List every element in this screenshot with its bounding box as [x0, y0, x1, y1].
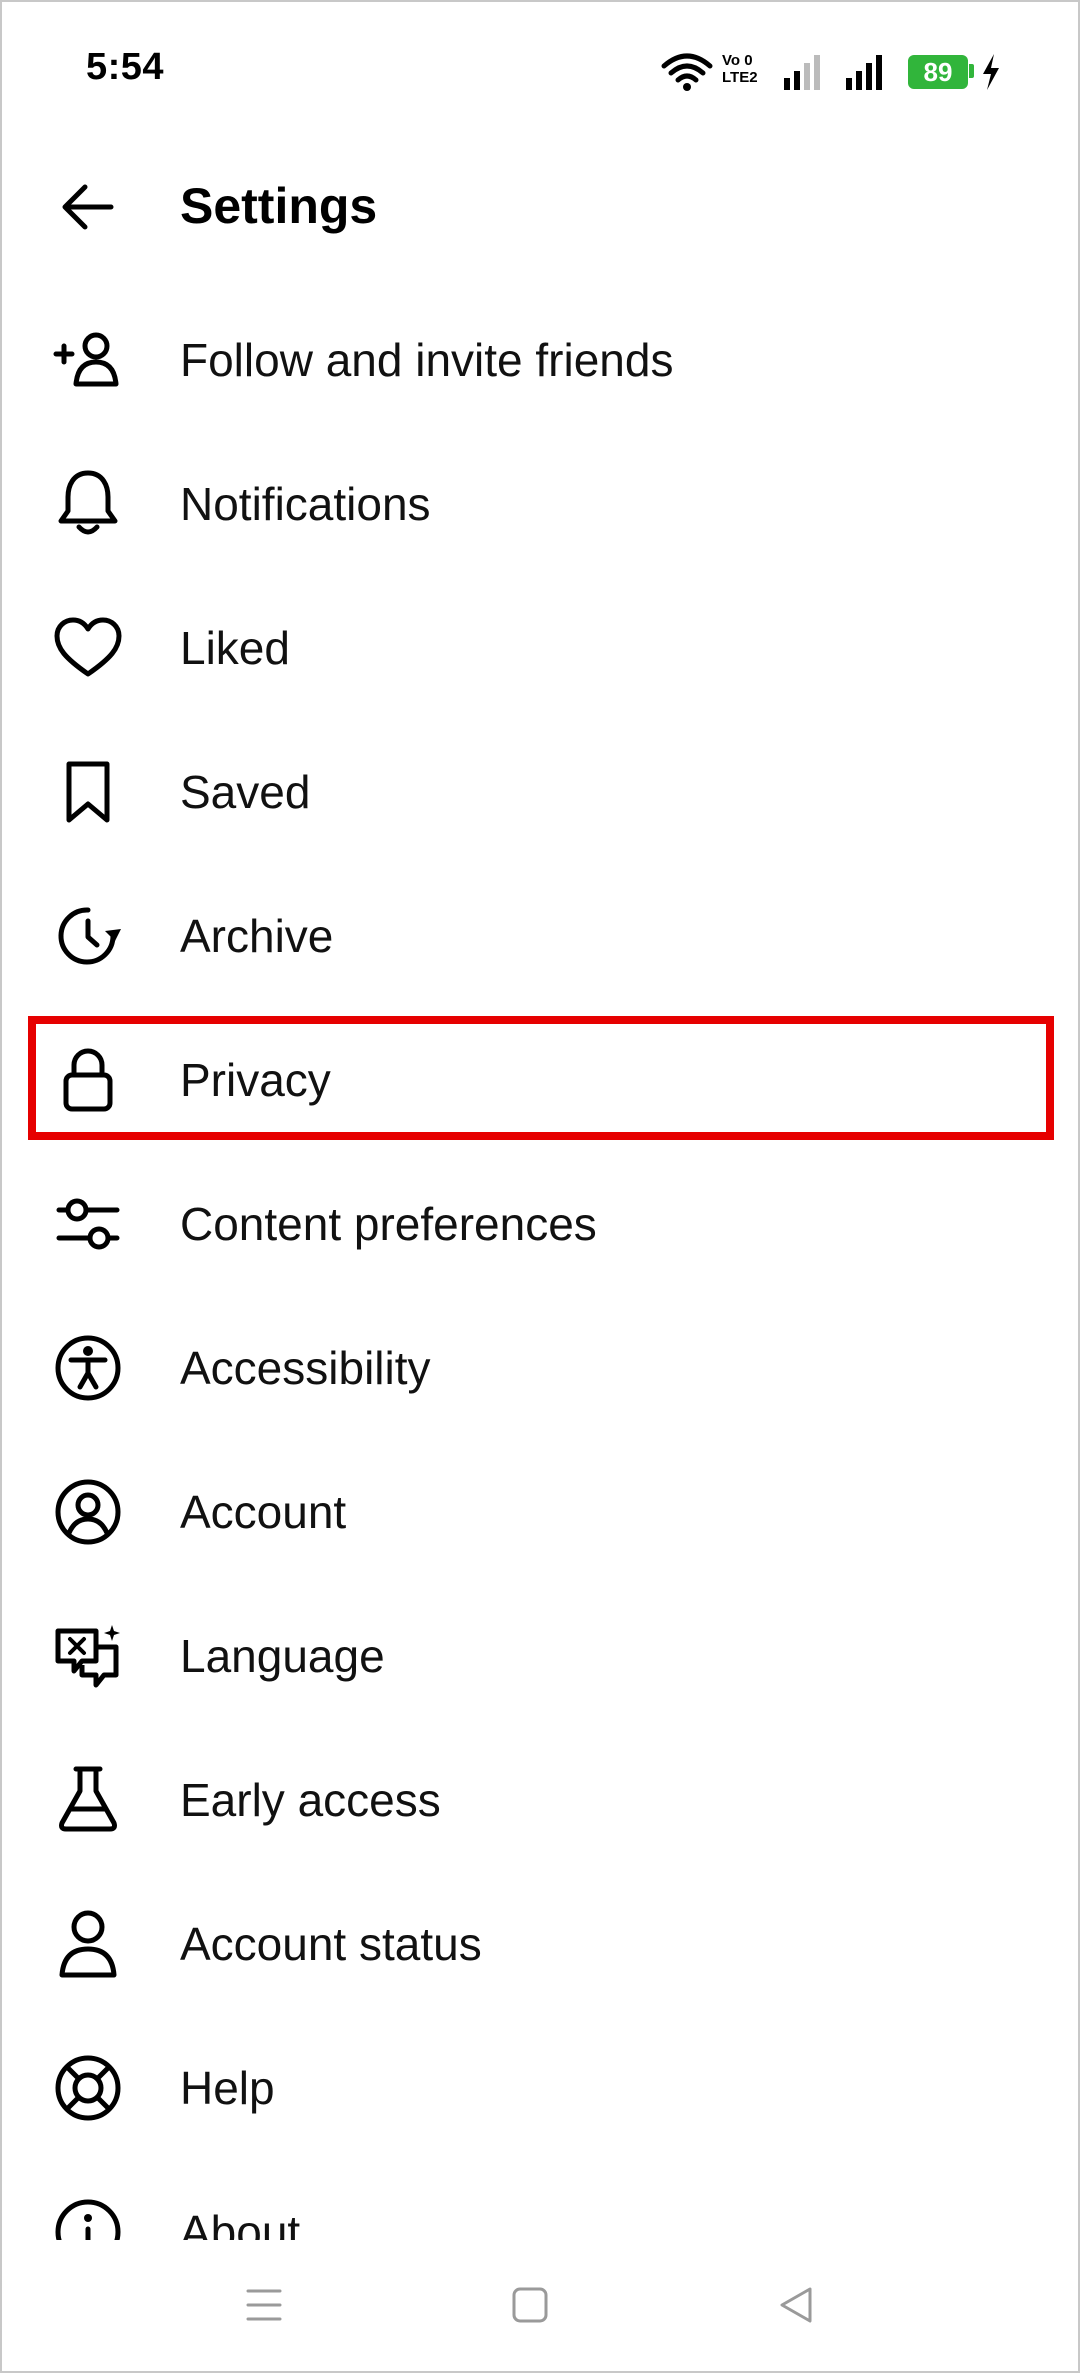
lock-icon: [50, 1042, 126, 1118]
sliders-icon: [50, 1186, 126, 1262]
account-circle-icon: [50, 1474, 126, 1550]
accessibility-icon: [50, 1330, 126, 1406]
volte-bottom-text: LTE2: [722, 69, 758, 86]
menu-item-account[interactable]: Account: [0, 1440, 1080, 1584]
menu-item-label: Content preferences: [180, 1198, 597, 1250]
header: Settings: [0, 150, 1080, 260]
menu-item-label: Liked: [180, 622, 290, 674]
menu-item-early-access[interactable]: Early access: [0, 1728, 1080, 1872]
bookmark-icon: [50, 754, 126, 830]
charging-bolt-icon: [983, 54, 999, 90]
menu-item-label: Account: [180, 1486, 347, 1538]
signal-sim1-icon: [784, 55, 820, 90]
menu-item-label: Archive: [180, 910, 334, 962]
menu-item-label: Saved: [180, 766, 311, 818]
battery-level: 89: [908, 55, 968, 89]
language-icon: [50, 1618, 126, 1694]
menu-item-accessibility[interactable]: Accessibility: [0, 1296, 1080, 1440]
menu-item-label: Notifications: [180, 478, 431, 530]
menu-item-liked[interactable]: Liked: [0, 576, 1080, 720]
arrow-left-icon: [62, 184, 114, 230]
add-person-icon: [50, 322, 126, 398]
menu-item-saved[interactable]: Saved: [0, 720, 1080, 864]
menu-item-privacy[interactable]: Privacy: [0, 1008, 1080, 1152]
wifi-icon: [661, 53, 713, 91]
menu-item-label: Accessibility: [180, 1342, 431, 1394]
back-triangle-icon: [780, 2287, 812, 2323]
menu-item-language[interactable]: Language: [0, 1584, 1080, 1728]
battery-tip: [969, 64, 974, 78]
page-title: Settings: [180, 178, 378, 234]
menu-item-label: Account status: [180, 1918, 482, 1970]
menu-item-help[interactable]: Help: [0, 2016, 1080, 2160]
volte-top-text: Vo 0: [722, 52, 753, 69]
back-button[interactable]: [52, 172, 122, 242]
menu-item-label: Early access: [180, 1774, 441, 1826]
menu-item-label: Privacy: [180, 1054, 331, 1106]
lifebuoy-icon: [50, 2050, 126, 2126]
recent-apps-button[interactable]: [224, 2270, 304, 2340]
settings-menu: Follow and invite friends Notifications …: [0, 288, 1080, 2304]
menu-item-label: Follow and invite friends: [180, 334, 674, 386]
status-time: 5:54: [86, 46, 165, 88]
bell-icon: [50, 466, 126, 542]
menu-item-archive[interactable]: Archive: [0, 864, 1080, 1008]
menu-item-label: Help: [180, 2062, 275, 2114]
menu-item-follow-invite[interactable]: Follow and invite friends: [0, 288, 1080, 432]
menu-item-content-preferences[interactable]: Content preferences: [0, 1152, 1080, 1296]
back-nav-button[interactable]: [756, 2270, 836, 2340]
flask-icon: [50, 1762, 126, 1838]
menu-item-account-status[interactable]: Account status: [0, 1872, 1080, 2016]
status-icons: Vo 0 LTE2 89: [660, 52, 1000, 92]
status-bar: 5:54 Vo 0 LTE2 89: [0, 0, 1080, 140]
menu-item-notifications[interactable]: Notifications: [0, 432, 1080, 576]
home-square-icon: [512, 2287, 548, 2323]
system-nav-bar: [0, 2240, 1080, 2373]
home-button[interactable]: [490, 2270, 570, 2340]
person-icon: [50, 1906, 126, 1982]
heart-icon: [50, 610, 126, 686]
menu-item-label: Language: [180, 1630, 385, 1682]
signal-sim2-icon: [846, 55, 882, 90]
archive-clock-icon: [50, 898, 126, 974]
menu-lines-icon: [246, 2289, 282, 2321]
volte-indicator: Vo 0 LTE2: [722, 52, 774, 86]
